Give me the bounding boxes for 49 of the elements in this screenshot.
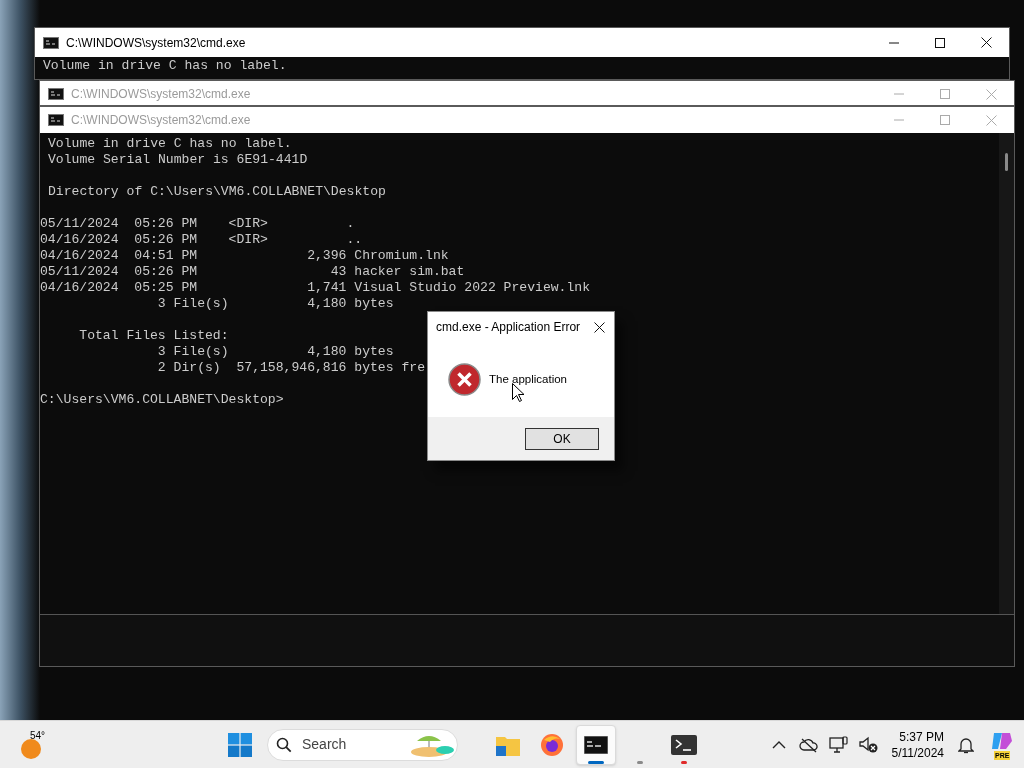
error-icon (448, 363, 481, 396)
window-title: C:\WINDOWS\system32\cmd.exe (71, 86, 251, 103)
terminal-icon (671, 734, 697, 755)
terminal-line: 3 File(s) 4,180 bytes (156, 296, 394, 312)
ok-button[interactable]: OK (525, 427, 599, 450)
terminal-line: 05/11/2024 05:26 PM 43 hacker sim.bat (40, 264, 465, 280)
terminal-line: Volume Serial Number is 6E91-441D (48, 152, 308, 168)
maximize-icon (940, 115, 950, 125)
window-title: C:\WINDOWS\system32\cmd.exe (71, 112, 251, 129)
close-icon (985, 88, 997, 100)
close-icon (985, 114, 997, 126)
browser-icon (540, 732, 564, 757)
scrollbar[interactable] (999, 133, 1014, 614)
minimize-icon (889, 41, 899, 44)
console-icon (48, 88, 64, 100)
terminal-line: 2 Dir(s) 57,158,946,816 bytes fre (156, 360, 426, 376)
console-icon (584, 735, 608, 754)
error-message: The application (489, 371, 567, 387)
windows-icon (228, 732, 252, 757)
terminal-line: 05/11/2024 05:26 PM <DIR> . (40, 216, 355, 232)
dialog-title: cmd.exe - Application Error (436, 319, 581, 336)
console-icon (48, 114, 64, 126)
console-icon (43, 36, 59, 49)
weather-button[interactable]: 54° (18, 727, 52, 762)
search-icon (276, 736, 292, 753)
terminal-line: 04/16/2024 05:25 PM 1,741 Visual Studio 2022 Preview.lnk (40, 280, 591, 296)
close-icon (593, 321, 605, 333)
minimize-icon (894, 93, 904, 95)
taskbar-app-button[interactable] (576, 724, 616, 765)
cursor-icon (512, 383, 524, 402)
clock[interactable]: 5:37 PM 5/11/2024 (887, 724, 948, 765)
copilot-icon (990, 730, 1014, 751)
terminal-line: C:\Users\VM6.COLLABNET\Desktop> (40, 392, 284, 408)
temperature: 54° (30, 729, 46, 742)
terminal-line: 04/16/2024 05:26 PM <DIR> .. (40, 232, 363, 248)
scrollbar-thumb[interactable] (1005, 153, 1008, 171)
maximize-icon (935, 37, 945, 48)
window-title: C:\WINDOWS\system32\cmd.exe (66, 34, 246, 52)
terminal-line: Directory of C:\Users\VM6.COLLABNET\Desktop (48, 184, 386, 200)
search-box[interactable]: Search (267, 728, 458, 761)
sun-icon (20, 737, 42, 760)
terminal-line: Total Files Listed: (78, 328, 229, 344)
terminal-line: 04/16/2024 04:51 PM 2,396 Chromium.lnk (40, 248, 449, 264)
terminal-line: Volume in drive C has no label. (48, 136, 292, 152)
terminal-line: Volume in drive C has no label. (43, 58, 287, 74)
terminal-line: 3 File(s) 4,180 bytes (156, 344, 394, 360)
maximize-icon (940, 89, 950, 99)
minimize-icon (894, 119, 904, 121)
close-icon (980, 37, 992, 48)
